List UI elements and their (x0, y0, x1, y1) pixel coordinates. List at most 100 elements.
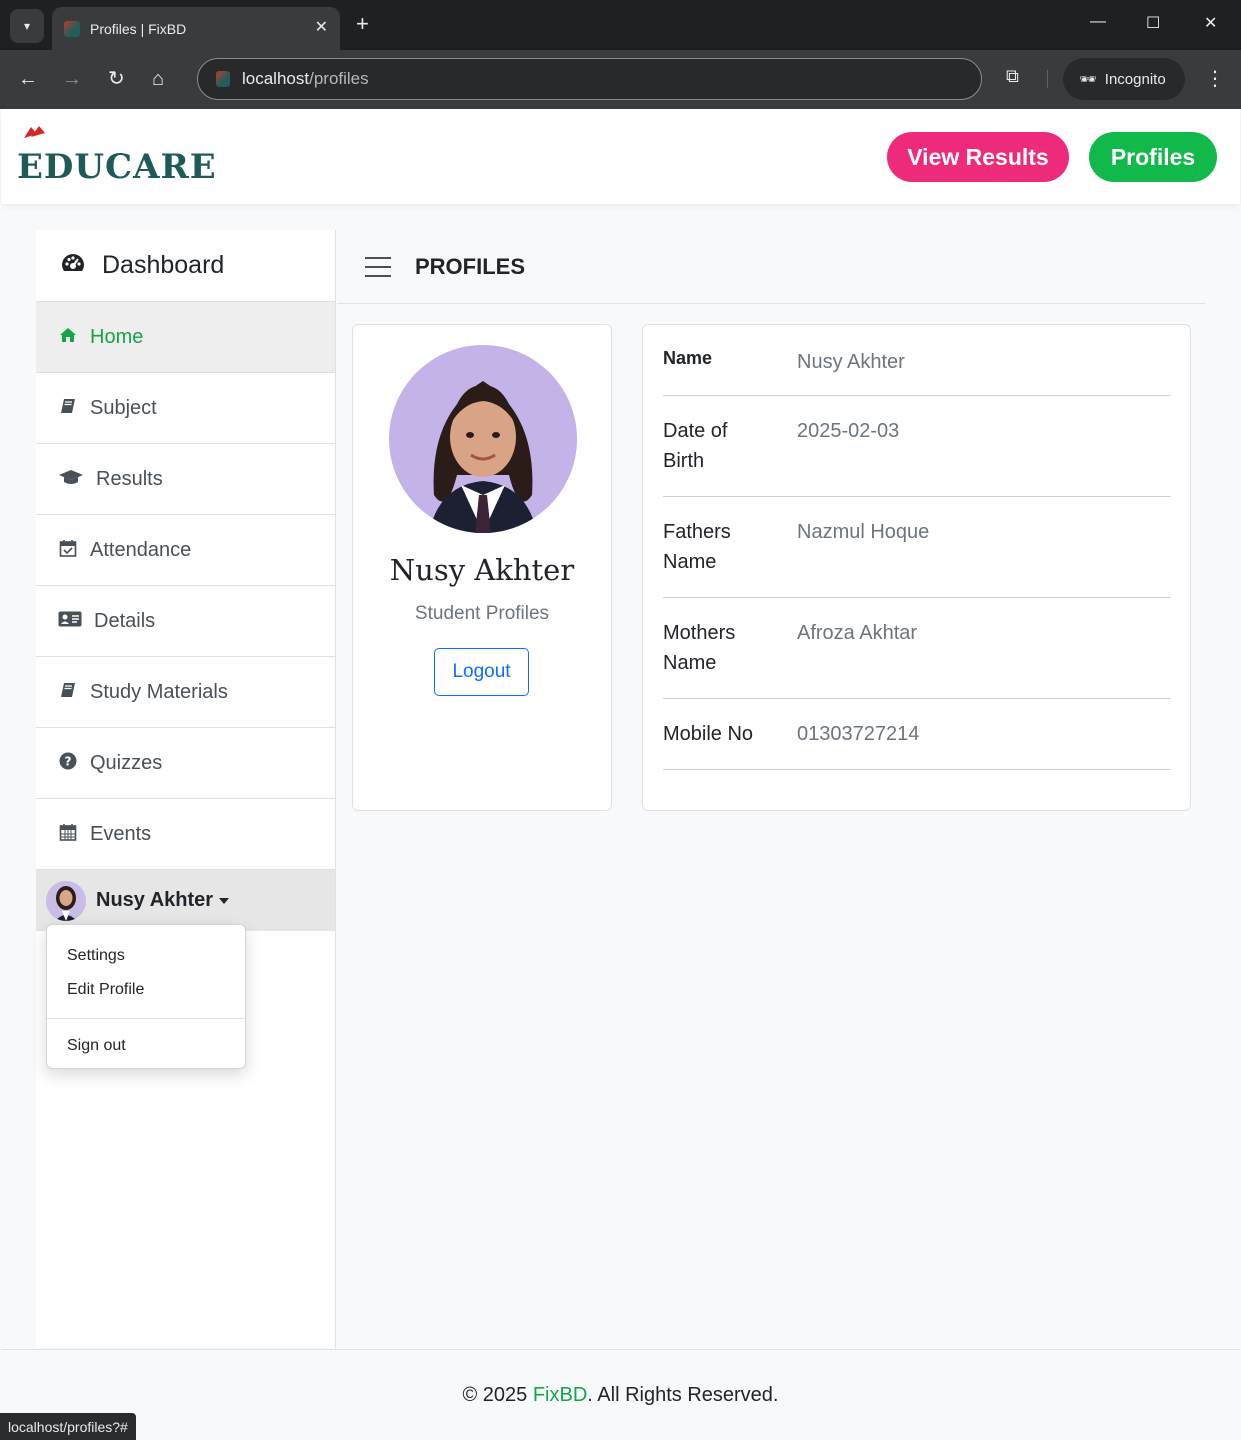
caret-down-icon (219, 897, 230, 904)
browser-tab-bar: ▾ Profiles | FixBD ✕ + — ☐ ✕ (0, 0, 1241, 50)
minimize-icon[interactable]: — (1090, 13, 1106, 31)
book-icon (56, 398, 80, 419)
detail-label: Fathers Name (663, 521, 731, 573)
logout-button[interactable]: Logout (434, 648, 529, 696)
copyright-prefix: © 2025 (462, 1384, 533, 1406)
sidebar-item-home[interactable]: Home (36, 302, 335, 373)
logo-text: EDUCARE (17, 147, 217, 187)
sidebar: Dashboard Home Subject Results Attendanc… (36, 230, 336, 1348)
tab-title: Profiles | FixBD (90, 20, 187, 37)
browser-toolbar: ← → ↻ ⌂ localhost/profiles ⧉ 🕶 Incognito… (0, 50, 1241, 109)
profile-name: Nusy Akhter (389, 553, 575, 587)
profile-photo (389, 345, 577, 533)
question-circle-icon: ? (56, 752, 80, 775)
site-footer: © 2025 FixBD. All Rights Reserved. (1, 1349, 1240, 1440)
detail-row-dob: Date of Birth 2025-02-03 (663, 416, 1171, 497)
detail-value: Nusy Akhter (797, 351, 905, 373)
menu-icon[interactable]: ⋮ (1205, 66, 1225, 91)
site-header: EDUCARE View Results Profiles (1, 109, 1240, 204)
tab-search-button[interactable]: ▾ (10, 9, 44, 43)
user-name: Nusy Akhter (96, 889, 214, 911)
site-icon (216, 71, 230, 87)
chevron-down-icon: ▾ (23, 19, 31, 33)
graduation-cap-icon (56, 469, 86, 490)
extensions-icon[interactable]: ⧉ (1006, 66, 1019, 87)
menu-item-edit-profile[interactable]: Edit Profile (47, 973, 245, 1007)
home-icon (56, 327, 80, 348)
profile-subtitle: Student Profiles (414, 603, 550, 624)
address-bar[interactable]: localhost/profiles (197, 58, 982, 100)
view-results-button[interactable]: View Results (887, 132, 1069, 182)
copyright: © 2025 FixBD. All Rights Reserved. (1, 1384, 1240, 1407)
sidebar-item-events[interactable]: Events (36, 799, 335, 870)
page-title: PROFILES (415, 253, 526, 279)
footer-brand-link[interactable]: FixBD (533, 1384, 587, 1406)
back-icon[interactable]: ← (18, 67, 38, 91)
browser-tab[interactable]: Profiles | FixBD ✕ (52, 7, 340, 50)
profile-details-card: Name Nusy Akhter Date of Birth 2025-02-0… (642, 324, 1191, 811)
sidebar-header[interactable]: Dashboard (36, 230, 335, 302)
dashboard-icon (60, 252, 86, 280)
forward-icon[interactable]: → (62, 67, 82, 91)
detail-value: 2025-02-03 (797, 420, 900, 442)
sidebar-item-label: Attendance (90, 538, 192, 561)
maximize-icon[interactable]: ☐ (1146, 13, 1160, 33)
detail-label: Mobile No (663, 723, 754, 745)
incognito-badge[interactable]: 🕶 Incognito (1063, 58, 1185, 100)
sidebar-item-label: Results (96, 467, 163, 490)
calendar-icon (56, 823, 80, 846)
incognito-icon: 🕶 (1079, 70, 1097, 87)
book-icon (56, 682, 80, 703)
detail-label: Name (663, 348, 713, 368)
menu-item-settings[interactable]: Settings (47, 939, 245, 973)
menu-divider (47, 1018, 245, 1019)
detail-value: Nazmul Hoque (797, 521, 930, 543)
reload-icon[interactable]: ↻ (108, 67, 125, 91)
incognito-label: Incognito (1104, 70, 1166, 88)
user-dropdown-menu: Settings Edit Profile Sign out (46, 924, 246, 1069)
hamburger-icon[interactable] (365, 256, 391, 277)
url-path: /profiles (309, 69, 369, 88)
book-logo-icon (24, 126, 45, 138)
avatar (46, 880, 86, 921)
new-tab-button[interactable]: + (356, 12, 369, 36)
home-icon[interactable]: ⌂ (152, 67, 164, 91)
sidebar-item-results[interactable]: Results (36, 444, 335, 515)
sidebar-item-label: Subject (90, 396, 157, 419)
main-header: PROFILES (337, 230, 1205, 304)
sidebar-item-quizzes[interactable]: ? Quizzes (36, 728, 335, 799)
detail-label: Date of Birth (663, 420, 728, 472)
svg-text:?: ? (65, 754, 72, 768)
close-window-icon[interactable]: ✕ (1204, 13, 1217, 33)
detail-row-mother: Mothers Name Afroza Akhtar (663, 618, 1171, 699)
detail-value: 01303727214 (797, 723, 920, 745)
sidebar-item-attendance[interactable]: Attendance (36, 515, 335, 586)
close-icon[interactable]: ✕ (315, 17, 328, 37)
detail-row-mobile: Mobile No 01303727214 (663, 719, 1171, 770)
sidebar-item-label: Details (94, 609, 156, 632)
detail-value: Afroza Akhtar (797, 622, 918, 644)
calendar-check-icon (56, 539, 80, 562)
toolbar-divider (1047, 70, 1048, 88)
status-bar-url: localhost/profiles?# (0, 1413, 136, 1440)
url-host: localhost (242, 69, 310, 88)
sidebar-item-label: Quizzes (90, 751, 163, 774)
sidebar-item-label: Events (90, 822, 152, 845)
menu-item-sign-out[interactable]: Sign out (47, 1029, 245, 1063)
id-card-icon (56, 611, 84, 632)
sidebar-item-subject[interactable]: Subject (36, 373, 335, 444)
detail-row-name: Name Nusy Akhter (663, 343, 1171, 396)
sidebar-item-label: Study Materials (90, 680, 228, 703)
detail-row-father: Fathers Name Nazmul Hoque (663, 517, 1171, 598)
sidebar-item-label: Home (90, 325, 144, 348)
copyright-suffix: . All Rights Reserved. (587, 1384, 779, 1406)
profile-card: Nusy Akhter Student Profiles Logout (352, 324, 612, 811)
favicon-icon (64, 20, 80, 37)
educare-logo[interactable]: EDUCARE (17, 126, 217, 187)
sidebar-title: Dashboard (102, 251, 225, 279)
sidebar-item-study-materials[interactable]: Study Materials (36, 657, 335, 728)
sidebar-item-details[interactable]: Details (36, 586, 335, 657)
user-menu-toggle[interactable]: Nusy Akhter (36, 870, 335, 931)
detail-label: Mothers Name (663, 622, 736, 674)
profiles-button[interactable]: Profiles (1089, 132, 1217, 182)
